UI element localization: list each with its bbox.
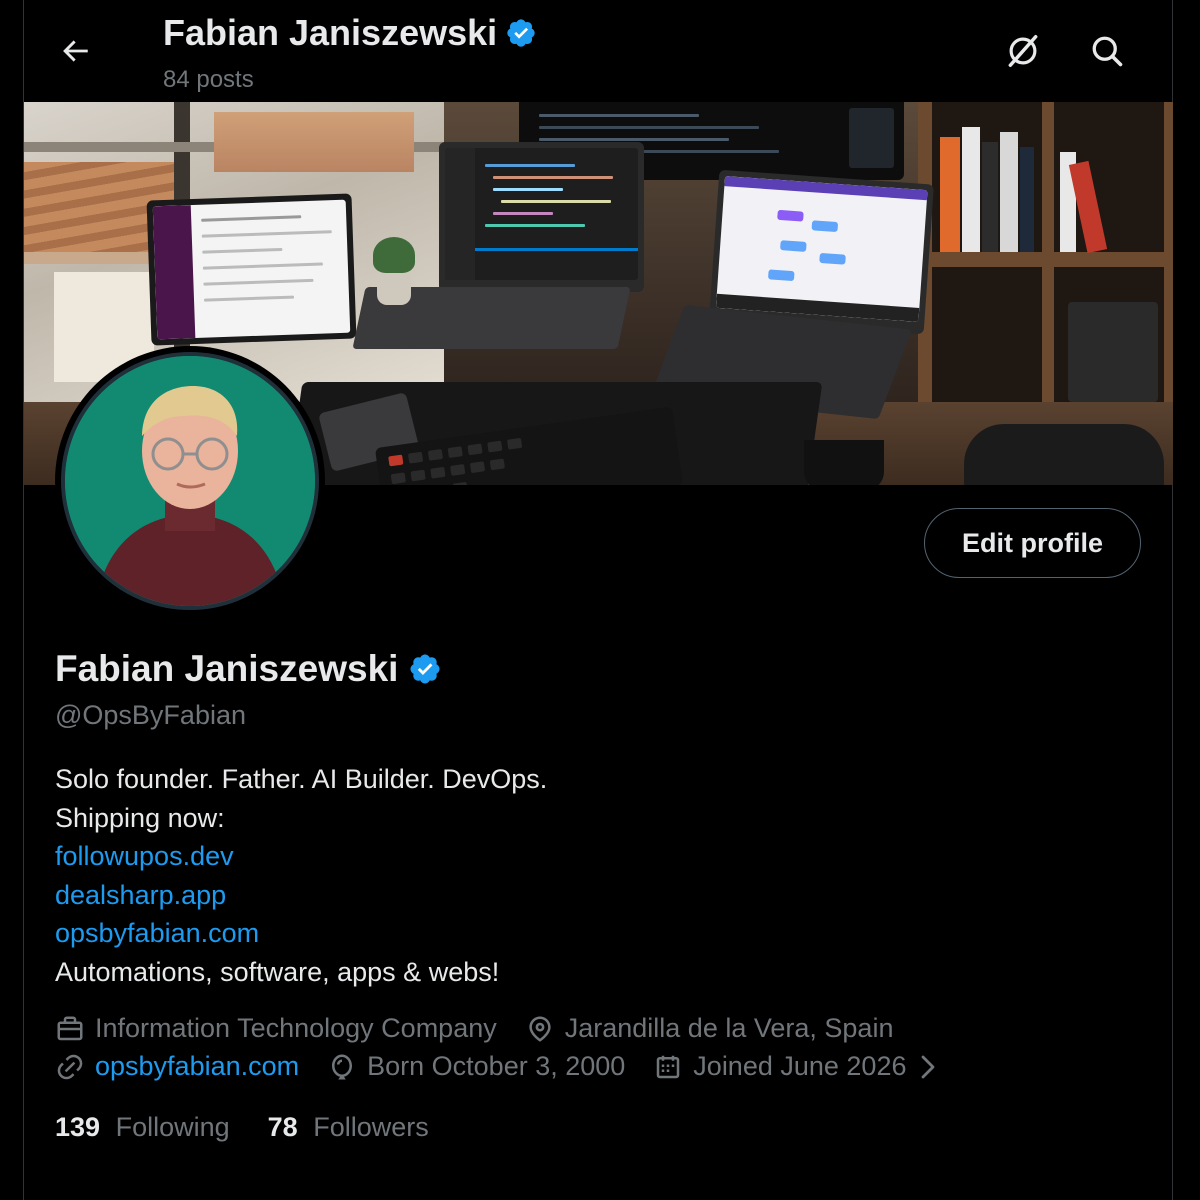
balloon-icon — [327, 1052, 357, 1082]
bio-line: Solo founder. Father. AI Builder. DevOps… — [55, 764, 548, 794]
bio-link-dealsharp[interactable]: dealsharp.app — [55, 876, 547, 915]
profile-handle: @OpsByFabian — [55, 700, 246, 730]
plant-illustration — [369, 237, 419, 307]
category-text: Information Technology Company — [95, 1013, 497, 1043]
profile-header: Fabian Janiszewski 84 posts — [0, 0, 1200, 102]
bio-link-opsbyfabian[interactable]: opsbyfabian.com — [55, 914, 547, 953]
bio-line: Shipping now: — [55, 802, 225, 833]
back-button[interactable] — [50, 26, 100, 76]
profile-bio: Solo founder. Father. AI Builder. DevOps… — [55, 760, 547, 991]
joined-text: Joined June 2026 — [693, 1051, 907, 1081]
header-name: Fabian Janiszewski — [163, 12, 498, 53]
laptop-illustration — [439, 142, 644, 292]
following-link[interactable]: 139 Following — [55, 1112, 230, 1143]
profile-joined[interactable]: Joined June 2026 — [653, 1051, 940, 1082]
map-pin-icon — [525, 1014, 555, 1044]
avatar-portrait-illustration — [65, 356, 315, 606]
arrow-left-icon — [63, 40, 88, 62]
chevron-right-icon — [916, 1052, 940, 1082]
mug-illustration — [804, 440, 884, 485]
post-count: 84 posts — [163, 66, 254, 93]
verified-badge-icon[interactable] — [408, 652, 442, 686]
location-text: Jarandilla de la Vera, Spain — [564, 1013, 894, 1043]
bio-link-followupos[interactable]: followupos.dev — [55, 837, 547, 876]
header-title: Fabian Janiszewski — [163, 12, 537, 54]
following-count: 139 — [55, 1112, 101, 1142]
avatar-photo — [61, 352, 319, 610]
headphones-illustration — [964, 424, 1164, 485]
briefcase-icon — [55, 1014, 85, 1044]
profile-avatar[interactable] — [55, 346, 325, 616]
search-button[interactable] — [1082, 26, 1132, 76]
website-link[interactable]: opsbyfabian.com — [95, 1051, 299, 1082]
followers-label: Followers — [313, 1112, 429, 1142]
profile-name: Fabian Janiszewski — [55, 648, 399, 689]
verified-badge-icon — [507, 19, 535, 47]
followers-count: 78 — [267, 1112, 298, 1142]
grok-button[interactable] — [998, 26, 1048, 76]
born-text: Born October 3, 2000 — [367, 1051, 626, 1081]
followers-link[interactable]: 78 Followers — [268, 1112, 429, 1143]
calendar-icon — [653, 1052, 683, 1082]
follow-stats: 139 Following 78 Followers — [55, 1112, 467, 1143]
grok-icon — [1008, 35, 1038, 67]
profile-website[interactable]: opsbyfabian.com — [55, 1051, 299, 1082]
laptop-right-illustration — [709, 169, 934, 335]
profile-category: Information Technology Company — [55, 1013, 497, 1044]
following-label: Following — [115, 1112, 230, 1142]
profile-location: Jarandilla de la Vera, Spain — [525, 1013, 894, 1044]
profile-meta-row-1: Information Technology Company Jarandill… — [55, 1013, 921, 1044]
tablet-illustration — [146, 193, 357, 346]
search-icon — [1092, 36, 1123, 67]
bio-line: Automations, software, apps & webs! — [55, 956, 500, 987]
edit-profile-button[interactable]: Edit profile — [924, 508, 1141, 578]
profile-name-row: Fabian Janiszewski — [55, 648, 442, 690]
profile-birthday: Born October 3, 2000 — [327, 1051, 625, 1082]
link-icon — [55, 1052, 85, 1082]
profile-meta-row-2: opsbyfabian.com Born October 3, 2000 Joi… — [55, 1051, 940, 1082]
